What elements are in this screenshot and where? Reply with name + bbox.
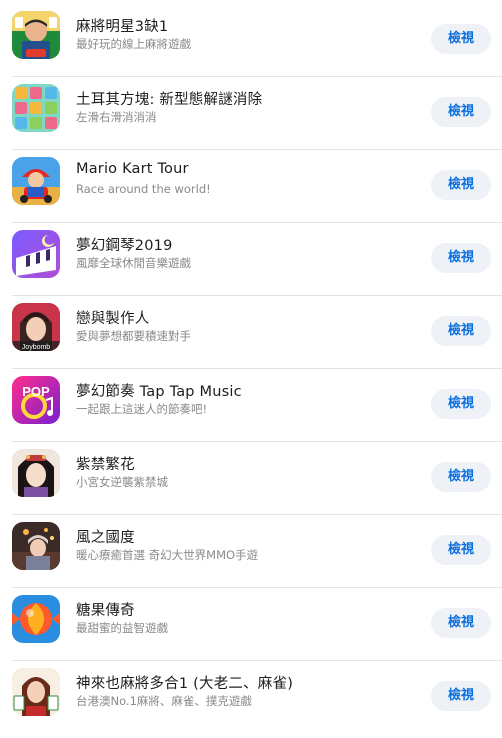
app-title: 土耳其方塊: 新型態解謎消除	[76, 92, 263, 108]
app-subtitle: 暖心療癒首選 奇幻大世界MMO手遊	[76, 548, 259, 562]
app-row[interactable]: Joybomb 戀與製作人 愛與夢想都要積速對手 檢視	[0, 300, 502, 373]
app-title: 紫禁繁花	[76, 457, 135, 473]
app-row[interactable]: Mario Kart Tour Race around the world! 檢…	[0, 154, 502, 227]
app-list: 麻將明星3缺1 最好玩的線上麻將遊戲 檢視 土耳其方塊: 新型態解謎消除 左滑右…	[0, 0, 502, 728]
row-divider	[12, 587, 502, 588]
view-button[interactable]: 檢視	[431, 389, 491, 419]
view-button[interactable]: 檢視	[431, 24, 491, 54]
app-subtitle: 風靡全球休閒音樂遊戲	[76, 256, 191, 270]
joybomb-logo-text: Joybomb	[22, 344, 51, 351]
app-title: 戀與製作人	[76, 311, 150, 327]
app-subtitle: Race around the world!	[76, 182, 211, 196]
app-row[interactable]: 風之國度 暖心療癒首選 奇幻大世界MMO手遊 檢視	[0, 519, 502, 592]
view-button[interactable]: 檢視	[431, 316, 491, 346]
app-subtitle: 最好玩的線上麻將遊戲	[76, 37, 191, 51]
view-button[interactable]: 檢視	[431, 170, 491, 200]
app-title: 糖果傳奇	[76, 603, 135, 619]
app-row[interactable]: 糖果傳奇 最甜蜜的益智遊戲 檢視	[0, 592, 502, 665]
app-title: 神來也麻將多合1 (大老二、麻雀)	[76, 676, 294, 692]
app-row[interactable]: 土耳其方塊: 新型態解謎消除 左滑右滑消消消 檢視	[0, 81, 502, 154]
row-divider	[12, 514, 502, 515]
app-row[interactable]: POP 夢幻節奏 Tap Tap Music 一起跟上這迷人的節奏吧! 檢視	[0, 373, 502, 446]
candy-crush-app-icon[interactable]	[12, 595, 60, 643]
app-subtitle: 左滑右滑消消消	[76, 110, 157, 124]
mahjong-star-app-icon[interactable]	[12, 11, 60, 59]
turkish-blocks-app-icon[interactable]	[12, 84, 60, 132]
tap-tap-music-app-icon[interactable]: POP	[12, 376, 60, 424]
app-title: 風之國度	[76, 530, 135, 546]
view-button[interactable]: 檢視	[431, 681, 491, 711]
godlike-mahjong-app-icon[interactable]	[12, 668, 60, 716]
app-title: Mario Kart Tour	[76, 161, 189, 177]
app-row[interactable]: 麻將明星3缺1 最好玩的線上麻將遊戲 檢視	[0, 8, 502, 81]
view-button[interactable]: 檢視	[431, 462, 491, 492]
app-subtitle: 最甜蜜的益智遊戲	[76, 621, 168, 635]
row-divider	[12, 76, 502, 77]
view-button[interactable]: 檢視	[431, 535, 491, 565]
app-title: 麻將明星3缺1	[76, 19, 169, 35]
row-divider	[12, 660, 502, 661]
pop-logo-text: POP	[22, 384, 50, 399]
view-button[interactable]: 檢視	[431, 243, 491, 273]
mario-kart-app-icon[interactable]	[12, 157, 60, 205]
app-title: 夢幻鋼琴2019	[76, 238, 173, 254]
app-row[interactable]: 紫禁繁花 小宮女逆襲紫禁城 檢視	[0, 446, 502, 519]
app-subtitle: 小宮女逆襲紫禁城	[76, 475, 168, 489]
forbidden-city-app-icon[interactable]	[12, 449, 60, 497]
row-divider	[12, 441, 502, 442]
row-divider	[12, 149, 502, 150]
view-button[interactable]: 檢視	[431, 97, 491, 127]
app-subtitle: 一起跟上這迷人的節奏吧!	[76, 402, 208, 416]
wind-kingdom-app-icon[interactable]	[12, 522, 60, 570]
app-subtitle: 愛與夢想都要積速對手	[76, 329, 191, 343]
love-producer-app-icon[interactable]: Joybomb	[12, 303, 60, 351]
dream-piano-app-icon[interactable]	[12, 230, 60, 278]
app-title: 夢幻節奏 Tap Tap Music	[76, 384, 242, 400]
app-row[interactable]: 夢幻鋼琴2019 風靡全球休閒音樂遊戲 檢視	[0, 227, 502, 300]
app-row[interactable]: 神來也麻將多合1 (大老二、麻雀) 台港澳No.1麻將、麻雀、撲克遊戲 檢視	[0, 665, 502, 738]
app-subtitle: 台港澳No.1麻將、麻雀、撲克遊戲	[76, 694, 252, 708]
row-divider	[12, 295, 502, 296]
row-divider	[12, 222, 502, 223]
view-button[interactable]: 檢視	[431, 608, 491, 638]
row-divider	[12, 368, 502, 369]
